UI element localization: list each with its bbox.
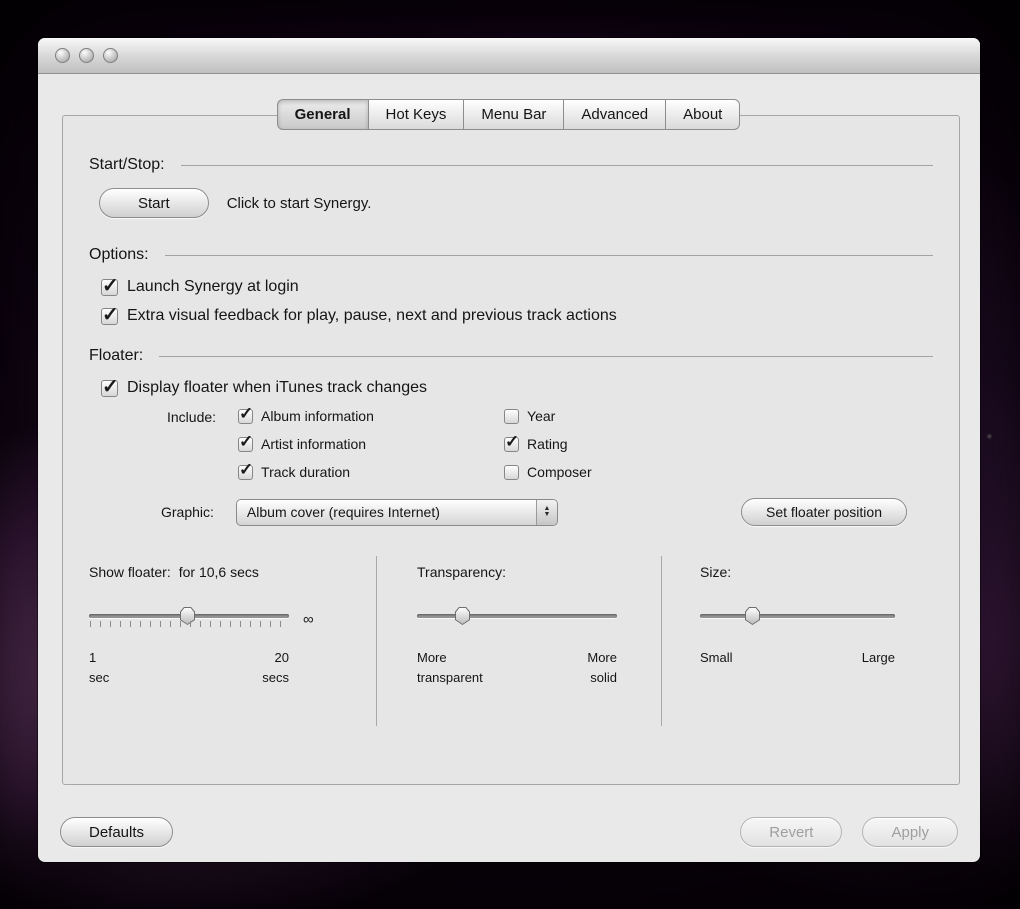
close-button[interactable] <box>55 48 70 63</box>
options-section-header: Options: <box>89 246 933 264</box>
include-column-left: Album information Artist information Tra… <box>238 404 468 492</box>
divider-line <box>159 355 933 357</box>
launch-at-login-checkbox[interactable] <box>101 273 119 298</box>
sliders-section: Show floater: for 10,6 secs ∞ 1 sec 20 s… <box>63 556 959 726</box>
max-label: 20 secs <box>262 650 289 685</box>
track-duration-checkbox[interactable] <box>238 460 253 480</box>
rating-checkbox[interactable] <box>504 432 519 452</box>
include-row: Include: Album information Artist inform… <box>167 404 933 492</box>
infinity-label: ∞ <box>303 610 314 628</box>
graphic-label: Graphic: <box>161 504 214 520</box>
set-floater-position-button[interactable]: Set floater position <box>741 498 907 526</box>
slider-track[interactable] <box>417 614 617 618</box>
show-floater-heading: Show floater: for 10,6 secs <box>89 564 376 580</box>
show-floater-group: Show floater: for 10,6 secs ∞ 1 sec 20 s… <box>63 556 376 726</box>
extra-feedback-checkbox[interactable] <box>101 302 119 327</box>
artist-information-row: Artist information <box>238 432 468 452</box>
size-slider[interactable] <box>700 606 895 632</box>
start-row: Start Click to start Synergy. <box>99 188 933 218</box>
transparency-group: Transparency: More transparent More soli… <box>376 556 661 726</box>
include-column-right: Year Rating Composer <box>504 408 592 492</box>
floater-heading: Floater: <box>89 347 144 364</box>
show-floater-value: for 10,6 secs <box>178 564 259 580</box>
start-stop-section-header: Start/Stop: <box>89 156 933 174</box>
footer-buttons: Defaults Revert Apply <box>60 817 958 847</box>
tab-bar: General Hot Keys Menu Bar Advanced About <box>38 99 980 130</box>
launch-at-login-label: Launch Synergy at login <box>127 278 299 295</box>
year-label: Year <box>527 408 556 424</box>
popup-stepper-icon: ▲ ▼ <box>535 499 557 525</box>
start-stop-heading: Start/Stop: <box>89 156 165 173</box>
tab-advanced[interactable]: Advanced <box>563 99 667 130</box>
size-slider-row <box>700 606 959 632</box>
traffic-lights <box>55 48 118 63</box>
composer-label: Composer <box>527 464 592 480</box>
transparency-slider[interactable] <box>417 606 617 632</box>
size-range-labels: Small Large <box>700 648 895 668</box>
album-information-row: Album information <box>238 404 468 424</box>
start-button[interactable]: Start <box>99 188 209 218</box>
apply-button[interactable]: Apply <box>862 817 958 847</box>
tab-menu-bar[interactable]: Menu Bar <box>463 99 565 130</box>
tab-hot-keys[interactable]: Hot Keys <box>367 99 465 130</box>
include-label: Include: <box>167 409 217 425</box>
show-floater-range-labels: 1 sec 20 secs <box>89 648 289 688</box>
show-floater-slider[interactable] <box>89 606 289 632</box>
graphic-popup-menu[interactable]: Album cover (requires Internet) ▲ ▼ <box>235 498 558 526</box>
rating-row: Rating <box>504 432 592 452</box>
content-pane: Start/Stop: Start Click to start Synergy… <box>62 115 960 785</box>
composer-checkbox[interactable] <box>504 464 520 480</box>
album-information-label: Album information <box>261 408 374 424</box>
transparency-heading: Transparency: <box>417 564 506 580</box>
tab-general[interactable]: General <box>276 99 369 130</box>
min-label: 1 sec <box>89 650 110 685</box>
composer-row: Composer <box>504 464 592 480</box>
defaults-button[interactable]: Defaults <box>60 817 174 847</box>
display-floater-label: Display floater when iTunes track change… <box>127 379 427 396</box>
transparency-slider-thumb[interactable] <box>455 607 470 625</box>
artist-information-label: Artist information <box>261 436 367 452</box>
revert-button[interactable]: Revert <box>740 817 843 847</box>
max-label: Large <box>861 650 895 665</box>
tab-about[interactable]: About <box>665 99 741 130</box>
minimize-button[interactable] <box>79 48 94 63</box>
synergy-preferences-window: General Hot Keys Menu Bar Advanced About… <box>38 38 980 862</box>
min-label: More transparent <box>417 650 483 685</box>
size-heading: Size: <box>700 564 732 580</box>
album-information-checkbox[interactable] <box>238 404 253 424</box>
track-duration-label: Track duration <box>261 464 351 480</box>
size-slider-thumb[interactable] <box>745 607 760 625</box>
divider-line <box>180 164 933 166</box>
options-heading: Options: <box>89 246 149 263</box>
window-titlebar[interactable] <box>38 38 980 74</box>
show-floater-label: Show floater: <box>89 564 171 580</box>
display-floater-checkbox[interactable] <box>101 374 119 399</box>
graphic-popup-value: Album cover (requires Internet) <box>246 504 440 520</box>
slider-tick-marks <box>90 621 289 627</box>
slider-track[interactable] <box>700 614 895 618</box>
start-hint-text: Click to start Synergy. <box>226 194 372 212</box>
launch-at-login-row: Launch Synergy at login <box>101 273 933 298</box>
min-label: Small <box>700 650 733 665</box>
transparency-slider-row <box>417 606 661 632</box>
track-duration-row: Track duration <box>238 460 468 480</box>
transparency-range-labels: More transparent More solid <box>417 648 617 688</box>
graphic-row: Graphic: Album cover (requires Internet)… <box>161 498 933 526</box>
divider-line <box>164 254 933 256</box>
max-label: More solid <box>587 650 617 685</box>
extra-feedback-label: Extra visual feedback for play, pause, n… <box>127 307 617 324</box>
extra-feedback-row: Extra visual feedback for play, pause, n… <box>101 302 933 327</box>
rating-label: Rating <box>527 436 568 452</box>
desktop-wallpaper: General Hot Keys Menu Bar Advanced About… <box>0 0 1020 909</box>
year-row: Year <box>504 408 592 424</box>
artist-information-checkbox[interactable] <box>238 432 253 452</box>
zoom-button[interactable] <box>103 48 118 63</box>
show-floater-slider-row: ∞ <box>89 606 376 632</box>
floater-section-header: Floater: <box>89 347 933 365</box>
display-floater-row: Display floater when iTunes track change… <box>101 374 933 399</box>
size-group: Size: Small Large <box>661 556 959 726</box>
year-checkbox[interactable] <box>504 408 520 424</box>
